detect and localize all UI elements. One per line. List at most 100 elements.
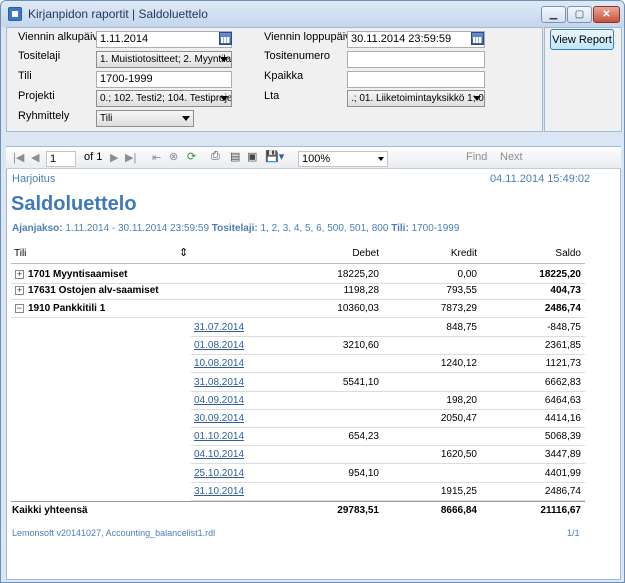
detail-debit: 954,10 xyxy=(348,468,379,479)
group-credit: 793,55 xyxy=(446,285,477,296)
detail-balance: 3447,89 xyxy=(544,449,581,460)
group-credit: 0,00 xyxy=(457,269,477,280)
row-divider xyxy=(11,283,585,284)
report-footer-source: Lemonsoft v20141027, Accounting_balancel… xyxy=(12,528,216,538)
last-page-icon[interactable]: ▶| xyxy=(125,151,136,164)
close-button[interactable]: ✕ xyxy=(593,6,620,23)
page-count-label: of 1 xyxy=(84,151,103,163)
app-window: Kirjanpidon raportit | Saldoluettelo ▁ ▢… xyxy=(0,0,625,583)
account-criteria-label: Tili: xyxy=(391,223,409,234)
detail-date-link[interactable]: 04.09.2014 xyxy=(194,395,244,406)
detail-date-link[interactable]: 31.07.2014 xyxy=(194,322,244,333)
detail-date-link[interactable]: 31.10.2014 xyxy=(194,486,244,497)
chevron-down-icon xyxy=(220,57,228,62)
expand-toggle-icon[interactable]: + xyxy=(15,270,24,279)
group-account-name: 1701 Myyntisaamiset xyxy=(28,269,128,280)
group-credit: 7873,29 xyxy=(440,303,477,314)
detail-debit: 654,23 xyxy=(348,431,379,442)
row-divider xyxy=(191,427,585,428)
detail-date-link[interactable]: 25.10.2014 xyxy=(194,468,244,479)
expand-toggle-icon[interactable]: − xyxy=(15,304,24,313)
total-divider xyxy=(11,501,585,502)
export-icon[interactable]: 💾▾ xyxy=(265,150,284,163)
report-footer-page: 1/1 xyxy=(567,528,580,538)
detail-credit: 198,20 xyxy=(446,395,477,406)
detail-balance: 2486,74 xyxy=(544,486,581,497)
zoom-value: 100% xyxy=(302,153,331,165)
chevron-down-icon xyxy=(378,157,384,161)
company-name: Harjoitus xyxy=(12,173,56,185)
voucher-type-criteria-value: 1, 2, 3, 4, 5, 6, 500, 501, 800 xyxy=(260,223,389,234)
row-divider xyxy=(191,409,585,410)
calendar-icon[interactable] xyxy=(471,32,484,45)
detail-credit: 2050,47 xyxy=(440,413,477,424)
title-bar[interactable]: Kirjanpidon raportit | Saldoluettelo ▁ ▢… xyxy=(1,1,624,27)
voucher-type-criteria-label: Tositelaji: xyxy=(211,223,258,234)
detail-credit: 1915,25 xyxy=(440,486,477,497)
first-page-icon[interactable]: |◀ xyxy=(13,151,24,164)
sort-icon[interactable]: ⇕ xyxy=(179,246,188,259)
column-header-debit: Debet xyxy=(352,248,379,259)
row-divider xyxy=(191,354,585,355)
page-setup-icon[interactable]: ▣ xyxy=(247,150,257,163)
report-title: Saldoluettelo xyxy=(11,193,137,215)
business-unit-select[interactable]: .; 01. Liiketoimintayksikkö 1; 02 xyxy=(347,90,485,107)
page-number-input[interactable]: 1 xyxy=(46,151,76,167)
detail-date-link[interactable]: 30.09.2014 xyxy=(194,413,244,424)
report-criteria: Ajanjakso: 1.11.2014 - 30.11.2014 23:59:… xyxy=(12,223,459,234)
business-unit-label: Lta xyxy=(264,90,280,102)
minimize-button[interactable]: ▁ xyxy=(541,6,566,23)
grouping-select[interactable]: Tili xyxy=(96,110,194,127)
cost-center-input[interactable] xyxy=(347,71,485,88)
maximize-button[interactable]: ▢ xyxy=(567,6,592,23)
voucher-type-select[interactable]: 1. Muistiotositteet; 2. Myyntilask xyxy=(96,51,232,68)
account-input[interactable]: 1700-1999 xyxy=(96,71,232,88)
account-criteria-value: 1700-1999 xyxy=(411,223,460,234)
print-icon[interactable]: ⎙ xyxy=(211,150,220,163)
row-divider xyxy=(191,336,585,337)
refresh-icon[interactable]: ⟳ xyxy=(187,150,196,163)
zoom-select[interactable]: 100% xyxy=(298,151,388,167)
next-button[interactable]: Next xyxy=(500,151,523,163)
back-icon[interactable]: ⇤ xyxy=(152,151,161,164)
start-date-input[interactable]: 1.11.2014 xyxy=(96,31,232,48)
end-date-label: Viennin loppupäivä xyxy=(264,31,357,43)
detail-date-link[interactable]: 01.08.2014 xyxy=(194,340,244,351)
group-debit: 18225,20 xyxy=(337,269,379,280)
view-report-button[interactable]: View Report xyxy=(550,29,614,50)
calendar-icon[interactable] xyxy=(219,32,232,45)
detail-date-link[interactable]: 04.10.2014 xyxy=(194,449,244,460)
previous-page-icon[interactable]: ◀ xyxy=(31,151,39,164)
total-label: Kaikki yhteensä xyxy=(12,505,88,516)
group-account-name: 1910 Pankkitili 1 xyxy=(28,303,106,314)
stop-icon[interactable]: ⊗ xyxy=(169,150,178,163)
grouping-value: Tili xyxy=(100,113,113,124)
detail-date-link[interactable]: 10.08.2014 xyxy=(194,358,244,369)
print-layout-icon[interactable]: ▤ xyxy=(230,150,240,163)
app-icon xyxy=(8,7,22,21)
detail-date-link[interactable]: 31.08.2014 xyxy=(194,377,244,388)
account-label: Tili xyxy=(18,70,32,82)
end-date-input[interactable]: 30.11.2014 23:59:59 xyxy=(347,31,485,48)
detail-balance: 1121,73 xyxy=(545,358,581,369)
maximize-icon: ▢ xyxy=(574,9,585,20)
find-button[interactable]: Find xyxy=(466,151,487,163)
detail-debit: 5541,10 xyxy=(342,377,379,388)
chevron-down-icon xyxy=(220,96,228,101)
detail-balance: 2361,85 xyxy=(544,340,581,351)
detail-balance: -848,75 xyxy=(547,322,581,333)
expand-toggle-icon[interactable]: + xyxy=(15,286,24,295)
group-balance: 404,73 xyxy=(550,285,581,296)
column-header-account: Tili xyxy=(14,248,27,259)
detail-date-link[interactable]: 01.10.2014 xyxy=(194,431,244,442)
detail-credit: 848,75 xyxy=(446,322,477,333)
detail-credit: 1620,50 xyxy=(440,449,477,460)
row-divider xyxy=(191,372,585,373)
detail-credit: 1240,12 xyxy=(440,358,477,369)
project-select[interactable]: 0.; 102. Testi2; 104. Testiprojek xyxy=(96,90,232,107)
voucher-number-input[interactable] xyxy=(347,51,485,68)
next-page-icon[interactable]: ▶ xyxy=(110,151,118,164)
row-divider xyxy=(191,463,585,464)
detail-balance: 4414,16 xyxy=(544,413,581,424)
detail-balance: 5068,39 xyxy=(544,431,581,442)
